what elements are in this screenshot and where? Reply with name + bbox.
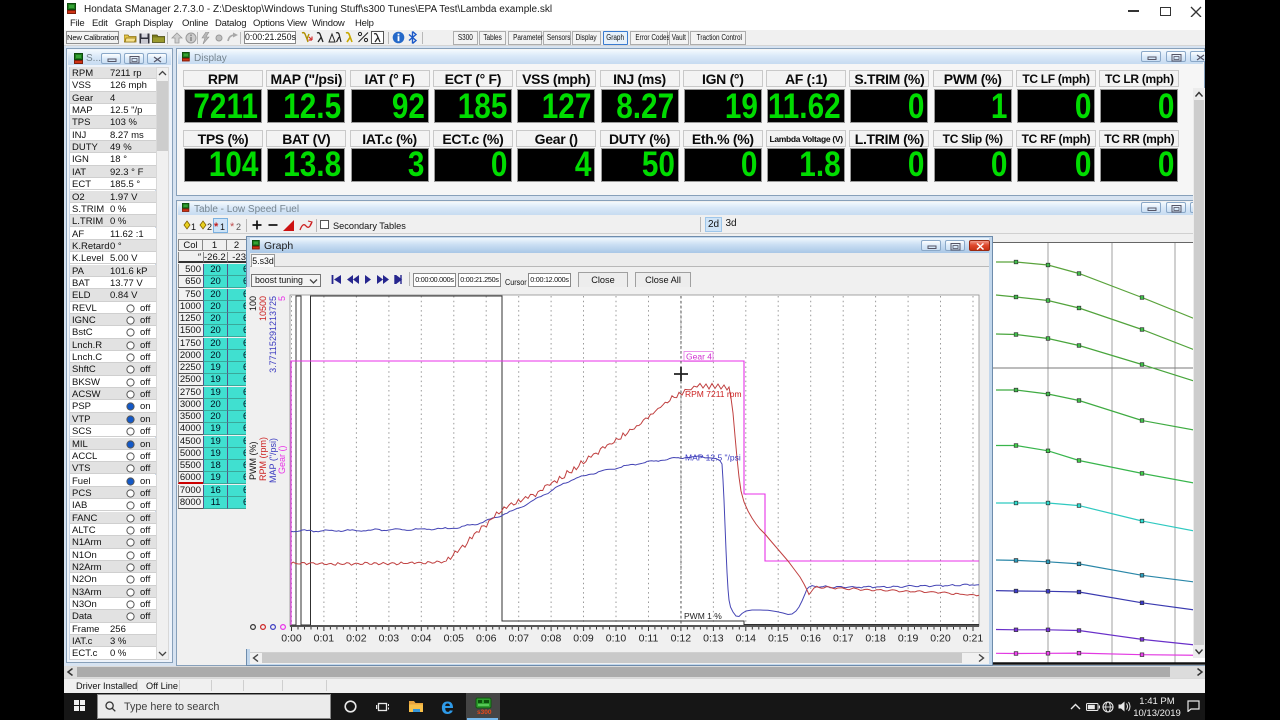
svg-text:0:04: 0:04 xyxy=(411,633,432,645)
svg-text:0:09: 0:09 xyxy=(573,633,594,645)
svg-text:MAP 12.5 "/psi: MAP 12.5 "/psi xyxy=(685,453,741,463)
svg-text:0:14: 0:14 xyxy=(736,633,757,645)
svg-text:RPM (rpm): RPM (rpm) xyxy=(258,437,268,481)
svg-text:*: * xyxy=(230,221,235,232)
svg-text:Gear 4: Gear 4 xyxy=(686,352,712,362)
svg-text:Gear (): Gear () xyxy=(277,445,287,474)
svg-text:0:01: 0:01 xyxy=(314,633,335,645)
svg-text:0:20: 0:20 xyxy=(930,633,951,645)
svg-text:PWM (%): PWM (%) xyxy=(248,442,258,481)
svg-text:PWM 1 %: PWM 1 % xyxy=(684,611,722,621)
svg-text:0:19: 0:19 xyxy=(898,633,919,645)
svg-text:0:03: 0:03 xyxy=(379,633,400,645)
svg-text:3.77115291213725: 3.77115291213725 xyxy=(268,296,278,373)
svg-text:0:10: 0:10 xyxy=(606,633,627,645)
svg-text:100: 100 xyxy=(248,296,258,311)
svg-text:2: 2 xyxy=(236,222,241,232)
svg-text:0:12: 0:12 xyxy=(671,633,692,645)
svg-text:s300: s300 xyxy=(477,709,492,714)
svg-text:0:15: 0:15 xyxy=(768,633,789,645)
svg-text:0:16: 0:16 xyxy=(800,633,821,645)
svg-text:0:13: 0:13 xyxy=(703,633,724,645)
svg-text:5: 5 xyxy=(277,296,287,301)
svg-text:0:05: 0:05 xyxy=(444,633,465,645)
svg-text:10500: 10500 xyxy=(258,296,268,321)
svg-text:0:18: 0:18 xyxy=(865,633,886,645)
svg-text:0:17: 0:17 xyxy=(833,633,854,645)
svg-text:0:02: 0:02 xyxy=(346,633,367,645)
svg-text:0:08: 0:08 xyxy=(541,633,562,645)
svg-text:0:00: 0:00 xyxy=(281,633,302,645)
svg-text:0:11: 0:11 xyxy=(639,633,659,645)
svg-text:2: 2 xyxy=(207,222,212,232)
svg-text:0:06: 0:06 xyxy=(476,633,497,645)
svg-text:RPM 7211 rpm: RPM 7211 rpm xyxy=(685,389,742,399)
svg-text:0:07: 0:07 xyxy=(508,633,529,645)
svg-text:1: 1 xyxy=(191,222,196,232)
svg-text:1: 1 xyxy=(220,222,225,232)
svg-text:0:21: 0:21 xyxy=(963,633,984,645)
svg-text:*: * xyxy=(214,221,219,232)
